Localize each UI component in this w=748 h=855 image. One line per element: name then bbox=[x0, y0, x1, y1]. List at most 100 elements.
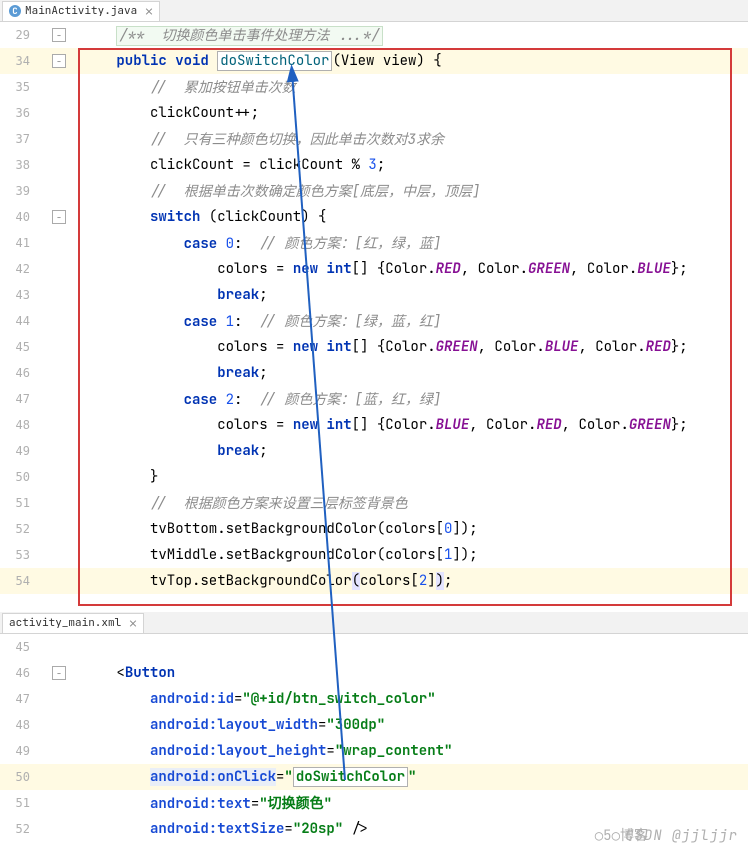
code-content[interactable]: colors = new int[] {Color.BLUE, Color.RE… bbox=[66, 416, 748, 434]
code-content[interactable]: // 根据单击次数确定颜色方案[底层，中层，顶层] bbox=[66, 181, 748, 201]
code-content[interactable]: break; bbox=[66, 442, 748, 460]
line-number: 41 bbox=[0, 236, 30, 250]
tab-bar-top: C MainActivity.java bbox=[0, 0, 748, 22]
code-line[interactable]: 51 // 根据颜色方案来设置三层标签背景色 bbox=[0, 490, 748, 516]
code-line[interactable]: 54 tvTop.setBackgroundColor(colors[2]); bbox=[0, 568, 748, 594]
code-line[interactable]: 45 colors = new int[] {Color.GREEN, Colo… bbox=[0, 334, 748, 360]
code-content[interactable]: // 累加按钮单击次数 bbox=[66, 77, 748, 97]
code-content[interactable]: switch (clickCount) { bbox=[66, 208, 748, 226]
code-line[interactable]: 34− public void doSwitchColor(View view)… bbox=[0, 48, 748, 74]
code-line[interactable]: 38 clickCount = clickCount % 3; bbox=[0, 152, 748, 178]
code-line[interactable]: 36 clickCount++; bbox=[0, 100, 748, 126]
code-content[interactable]: clickCount = clickCount % 3; bbox=[66, 156, 748, 174]
line-number: 50 bbox=[0, 470, 30, 484]
tab-label: MainActivity.java bbox=[25, 4, 137, 18]
fold-toggle-icon[interactable]: − bbox=[52, 210, 66, 224]
code-content[interactable]: android:layout_height="wrap_content" bbox=[66, 742, 748, 760]
code-line[interactable]: 49 break; bbox=[0, 438, 748, 464]
code-line[interactable]: 40 − switch (clickCount) { bbox=[0, 204, 748, 230]
code-content[interactable]: clickCount++; bbox=[66, 104, 748, 122]
fold-toggle-icon[interactable]: − bbox=[52, 54, 66, 68]
code-content[interactable]: case 1: // 颜色方案：[绿，蓝，红] bbox=[66, 311, 748, 331]
tab-bar-bottom: activity_main.xml bbox=[0, 612, 748, 634]
code-content[interactable]: /** 切换颜色单击事件处理方法 ...*/ bbox=[66, 25, 748, 45]
code-line[interactable]: 43 break; bbox=[0, 282, 748, 308]
code-line[interactable]: 47 android:id="@+id/btn_switch_color" bbox=[0, 686, 748, 712]
line-number: 49 bbox=[0, 744, 30, 758]
fold-toggle-icon[interactable]: − bbox=[52, 666, 66, 680]
code-content[interactable]: public void doSwitchColor(View view) { bbox=[66, 52, 748, 70]
code-line[interactable]: 42 colors = new int[] {Color.RED, Color.… bbox=[0, 256, 748, 282]
code-content[interactable]: break; bbox=[66, 286, 748, 304]
code-line[interactable]: 41 case 0: // 颜色方案：[红，绿，蓝] bbox=[0, 230, 748, 256]
code-content[interactable]: <Button bbox=[66, 664, 748, 682]
fold-toggle-icon[interactable]: − bbox=[52, 28, 66, 42]
line-number: 44 bbox=[0, 314, 30, 328]
line-number: 37 bbox=[0, 132, 30, 146]
code-line[interactable]: 35 // 累加按钮单击次数 bbox=[0, 74, 748, 100]
java-class-icon: C bbox=[9, 5, 21, 17]
code-content[interactable]: android:onClick="doSwitchColor" bbox=[66, 768, 748, 786]
line-number: 48 bbox=[0, 718, 30, 732]
line-number: 42 bbox=[0, 262, 30, 276]
code-line[interactable]: 46 − <Button bbox=[0, 660, 748, 686]
line-number: 52 bbox=[0, 522, 30, 536]
line-number: 43 bbox=[0, 288, 30, 302]
code-content[interactable]: // 根据颜色方案来设置三层标签背景色 bbox=[66, 493, 748, 513]
line-number: 40 bbox=[0, 210, 30, 224]
line-number: 39 bbox=[0, 184, 30, 198]
watermark: CSDN @jjljjr bbox=[625, 827, 738, 845]
close-icon[interactable] bbox=[129, 619, 137, 627]
line-number: 29 bbox=[0, 28, 30, 42]
line-number: 48 bbox=[0, 418, 30, 432]
code-content[interactable]: tvTop.setBackgroundColor(colors[2]); bbox=[66, 572, 748, 590]
line-number: 54 bbox=[0, 574, 30, 588]
tab-activity-main-xml[interactable]: activity_main.xml bbox=[2, 613, 144, 633]
code-content[interactable] bbox=[66, 598, 748, 612]
line-number: 51 bbox=[0, 496, 30, 510]
code-line[interactable]: 37 // 只有三种颜色切换，因此单击次数对3求余 bbox=[0, 126, 748, 152]
code-line[interactable]: 44 case 1: // 颜色方案：[绿，蓝，红] bbox=[0, 308, 748, 334]
code-line[interactable]: 50 } bbox=[0, 464, 748, 490]
code-content[interactable]: case 2: // 颜色方案：[蓝，红，绿] bbox=[66, 389, 748, 409]
line-number: 45 bbox=[0, 340, 30, 354]
line-number: 45 bbox=[0, 640, 30, 654]
line-number: 49 bbox=[0, 444, 30, 458]
close-icon[interactable] bbox=[145, 7, 153, 15]
line-number: 50 bbox=[0, 770, 30, 784]
code-content[interactable]: tvMiddle.setBackgroundColor(colors[1]); bbox=[66, 546, 748, 564]
code-content[interactable]: } bbox=[66, 468, 748, 486]
code-line[interactable]: 50 android:onClick="doSwitchColor" bbox=[0, 764, 748, 790]
code-content[interactable]: android:text="切换颜色" bbox=[66, 793, 748, 813]
code-content[interactable]: colors = new int[] {Color.GREEN, Color.B… bbox=[66, 338, 748, 356]
code-line[interactable]: 48 android:layout_width="300dp" bbox=[0, 712, 748, 738]
line-number: 38 bbox=[0, 158, 30, 172]
tab-label: activity_main.xml bbox=[9, 616, 121, 630]
code-line[interactable]: 29 − /** 切换颜色单击事件处理方法 ...*/ bbox=[0, 22, 748, 48]
java-editor[interactable]: 29 − /** 切换颜色单击事件处理方法 ...*/ 34− public voi… bbox=[0, 22, 748, 612]
code-line[interactable]: 51 android:text="切换颜色" bbox=[0, 790, 748, 816]
xml-editor[interactable]: 45 46 − <Button 47 android:id="@+id/btn_swi… bbox=[0, 634, 748, 854]
tab-main-activity[interactable]: C MainActivity.java bbox=[2, 1, 160, 21]
code-content[interactable]: android:id="@+id/btn_switch_color" bbox=[66, 690, 748, 708]
code-line[interactable]: 49 android:layout_height="wrap_content" bbox=[0, 738, 748, 764]
line-number: 53 bbox=[0, 548, 30, 562]
code-content[interactable]: colors = new int[] {Color.RED, Color.GRE… bbox=[66, 260, 748, 278]
line-number: 47 bbox=[0, 692, 30, 706]
line-number: 46 bbox=[0, 666, 30, 680]
code-content[interactable]: break; bbox=[66, 364, 748, 382]
code-line[interactable]: 39 // 根据单击次数确定颜色方案[底层，中层，顶层] bbox=[0, 178, 748, 204]
code-line[interactable]: 47 case 2: // 颜色方案：[蓝，红，绿] bbox=[0, 386, 748, 412]
code-content[interactable]: case 0: // 颜色方案：[红，绿，蓝] bbox=[66, 233, 748, 253]
code-content[interactable]: // 只有三种颜色切换，因此单击次数对3求余 bbox=[66, 129, 748, 149]
code-line[interactable]: 52 tvBottom.setBackgroundColor(colors[0]… bbox=[0, 516, 748, 542]
line-number: 51 bbox=[0, 796, 30, 810]
code-line[interactable]: 45 bbox=[0, 634, 748, 660]
line-number: 52 bbox=[0, 822, 30, 836]
code-content[interactable]: android:layout_width="300dp" bbox=[66, 716, 748, 734]
code-line[interactable]: 53 tvMiddle.setBackgroundColor(colors[1]… bbox=[0, 542, 748, 568]
code-line[interactable] bbox=[0, 594, 748, 612]
code-line[interactable]: 48 colors = new int[] {Color.BLUE, Color… bbox=[0, 412, 748, 438]
code-line[interactable]: 46 break; bbox=[0, 360, 748, 386]
code-content[interactable]: tvBottom.setBackgroundColor(colors[0]); bbox=[66, 520, 748, 538]
